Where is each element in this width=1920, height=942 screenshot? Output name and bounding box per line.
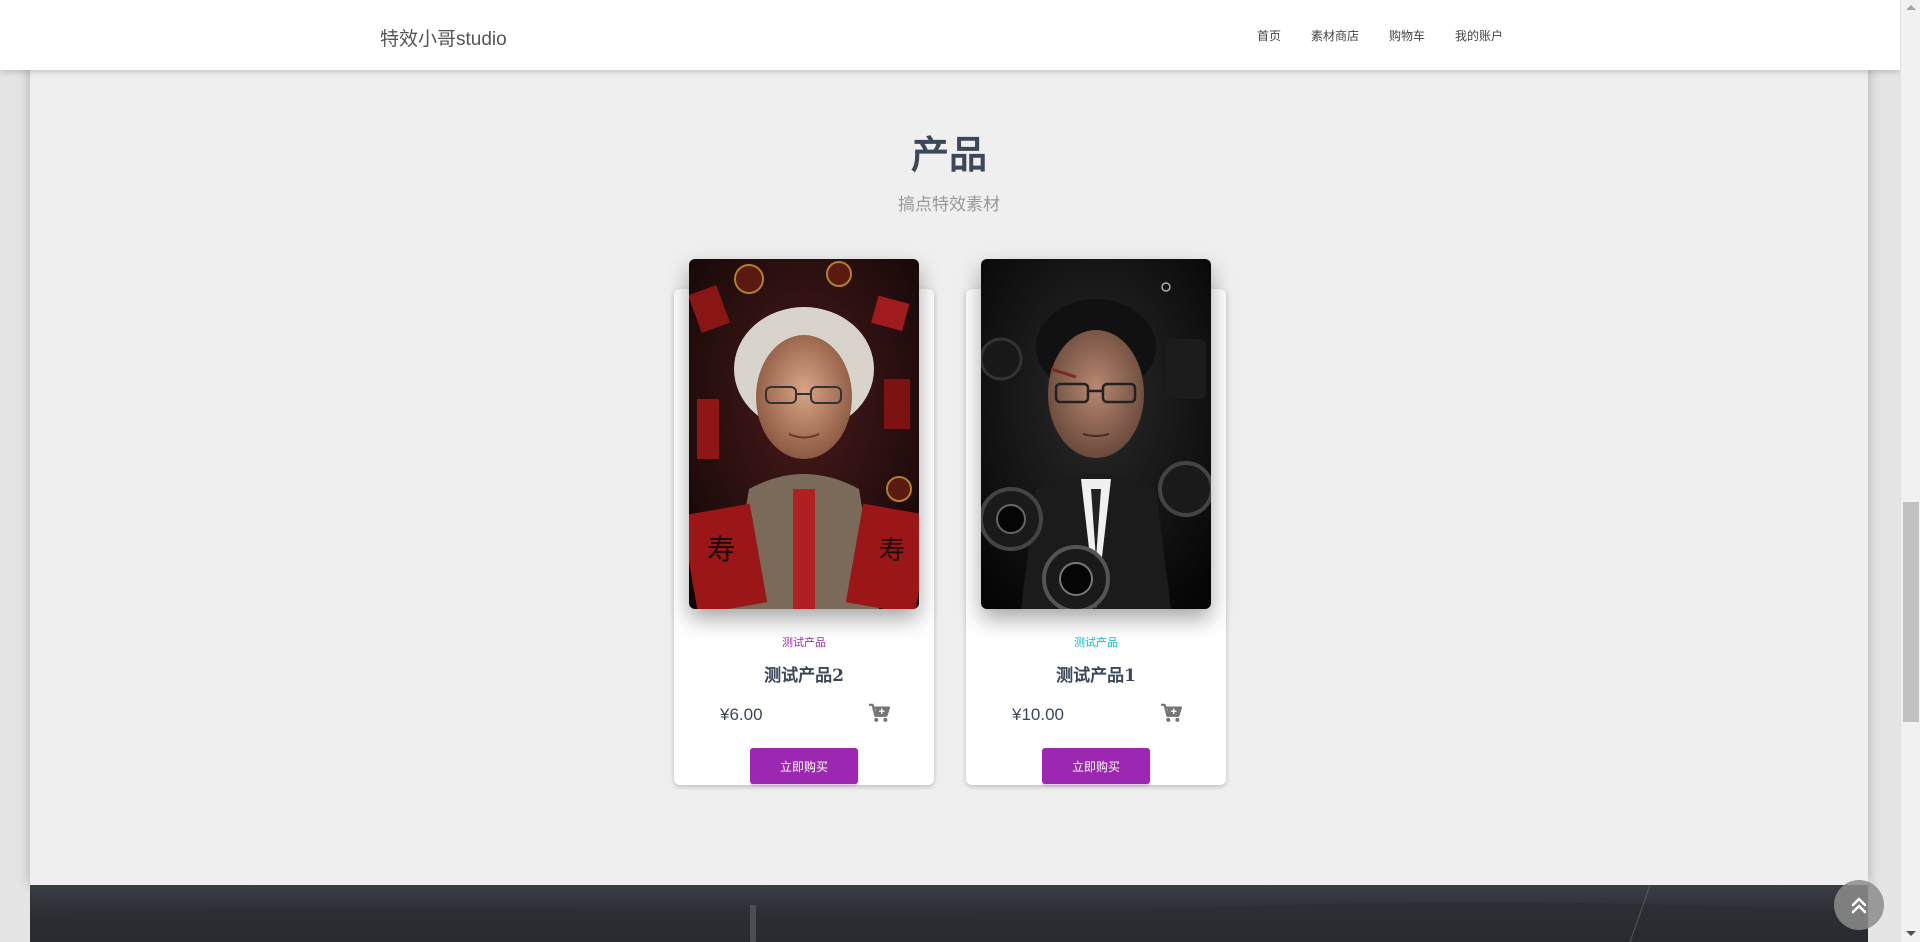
product-price: ¥10.00: [1012, 705, 1064, 724]
product-name[interactable]: 测试产品2: [674, 661, 934, 686]
double-chevron-up-icon: [1851, 897, 1867, 914]
product-card[interactable]: 测试产品 测试产品1 ¥10.00 立即购买: [966, 259, 1226, 785]
add-to-cart-icon[interactable]: [868, 703, 890, 723]
nav-links: 首页 素材商店 购物车 我的账户: [1257, 27, 1503, 44]
product-card[interactable]: 寿 寿 测试产品 测试产品2 ¥6.00 立即购买: [674, 259, 934, 785]
back-to-top-button[interactable]: [1834, 880, 1884, 930]
brand-logo[interactable]: 特效小哥studio: [380, 24, 507, 51]
section-title: 产品: [910, 132, 987, 177]
svg-text:寿: 寿: [707, 533, 735, 566]
product-name[interactable]: 测试产品1: [966, 661, 1226, 686]
nav-link-cart[interactable]: 购物车: [1389, 27, 1425, 44]
product-image[interactable]: 寿 寿: [689, 259, 919, 609]
svg-text:寿: 寿: [879, 536, 905, 566]
scroll-down-arrow-icon[interactable]: [1906, 931, 1916, 936]
main-content: 产品 搞点特效素材 寿 寿 测试产品 测试产品2 ¥6.00 立即购买 测试产品…: [30, 0, 1868, 885]
city-skyline-icon: [30, 885, 1868, 942]
nav-link-store[interactable]: 素材商店: [1311, 27, 1359, 44]
scroll-up-arrow-icon[interactable]: [1906, 5, 1916, 10]
nav-link-home[interactable]: 首页: [1257, 27, 1281, 44]
portrait-man-glasses-icon: [981, 259, 1211, 609]
add-to-cart-icon[interactable]: [1160, 703, 1182, 723]
navbar: 特效小哥studio 首页 素材商店 购物车 我的账户: [0, 0, 1900, 70]
product-category[interactable]: 测试产品: [674, 634, 934, 650]
page: 产品 搞点特效素材 寿 寿 测试产品 测试产品2 ¥6.00 立即购买 测试产品…: [0, 0, 1920, 942]
buy-now-button[interactable]: 立即购买: [1042, 748, 1150, 784]
scrollbar-thumb[interactable]: [1903, 502, 1919, 722]
product-price: ¥6.00: [720, 705, 763, 724]
portrait-elderly-woman-icon: 寿 寿: [689, 259, 919, 609]
product-image[interactable]: [981, 259, 1211, 609]
footer-background-image: [30, 885, 1868, 942]
nav-link-account[interactable]: 我的账户: [1455, 27, 1503, 44]
vertical-scrollbar[interactable]: [1900, 0, 1920, 942]
buy-now-button[interactable]: 立即购买: [750, 748, 858, 784]
section-subtitle: 搞点特效素材: [898, 195, 1000, 214]
product-category[interactable]: 测试产品: [966, 634, 1226, 650]
